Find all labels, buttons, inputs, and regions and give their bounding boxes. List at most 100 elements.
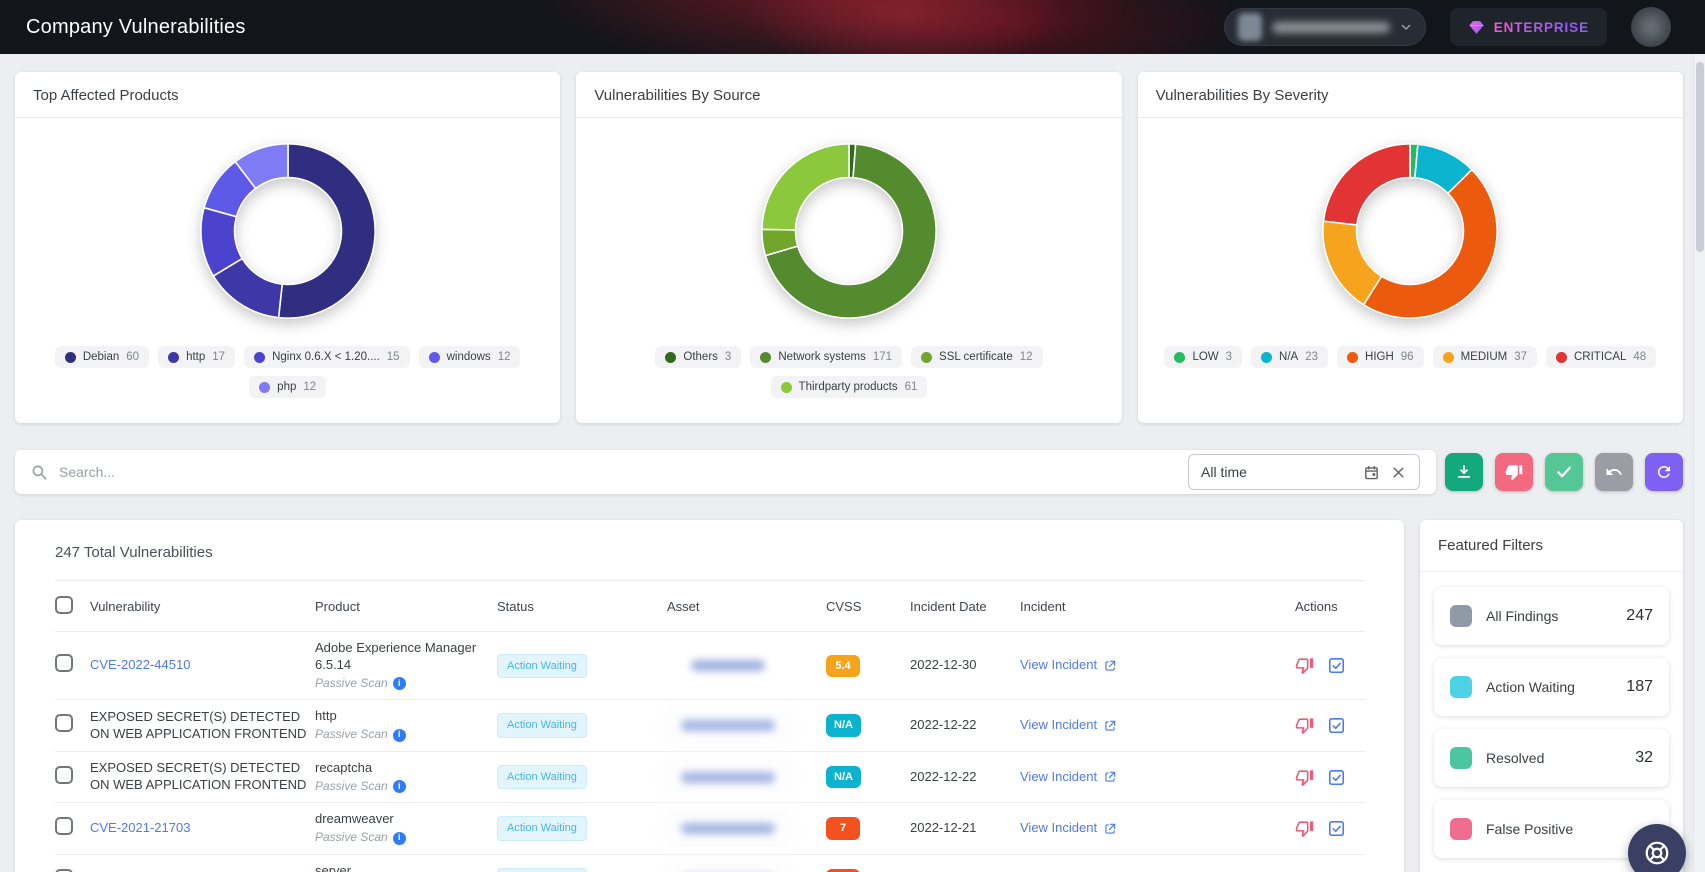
legend-item-critical[interactable]: CRITICAL 48 xyxy=(1546,346,1657,368)
asset-blur-blob xyxy=(681,720,775,732)
thumbs-down-icon[interactable] xyxy=(1295,716,1314,735)
enterprise-label: ENTERPRISE xyxy=(1493,19,1589,35)
enterprise-button[interactable]: ENTERPRISE xyxy=(1449,8,1607,46)
legend-item-high[interactable]: HIGH 96 xyxy=(1337,346,1424,368)
legend-item-windows[interactable]: windows 12 xyxy=(418,346,521,368)
legend-item-low[interactable]: LOW 3 xyxy=(1164,346,1243,368)
column-header-actions: Actions xyxy=(1295,581,1365,632)
select-all-checkbox[interactable] xyxy=(55,596,73,614)
status-badge: Action Waiting xyxy=(497,867,587,872)
external-link-icon xyxy=(1103,659,1117,673)
asset-redacted[interactable] xyxy=(667,813,789,844)
incident-date: 2022-12-30 xyxy=(910,657,977,673)
legend-value: 17 xyxy=(212,351,226,363)
featured-filter-resolved[interactable]: Resolved 32 xyxy=(1434,729,1669,787)
featured-filter-action-waiting[interactable]: Action Waiting 187 xyxy=(1434,658,1669,716)
thumbs-down-icon[interactable] xyxy=(1295,819,1314,838)
legend-label: php xyxy=(277,381,297,393)
scan-type: Passive Scan i xyxy=(315,830,489,846)
row-actions xyxy=(1295,656,1357,675)
scrollbar-thumb[interactable] xyxy=(1696,62,1704,252)
row-checkbox[interactable] xyxy=(55,714,73,733)
asset-redacted[interactable] xyxy=(667,651,789,681)
scrollbar-track[interactable] xyxy=(1693,54,1705,872)
product-name: Adobe Experience Manager 6.5.14 xyxy=(315,640,477,672)
row-checkbox[interactable] xyxy=(55,868,73,872)
filter-count: 187 xyxy=(1626,678,1653,695)
legend-color-dot xyxy=(1442,351,1454,363)
table-row: EXPOSED SECRET(S) DETECTED ON WEB APPLIC… xyxy=(55,699,1365,752)
row-checkbox[interactable] xyxy=(55,817,73,836)
legend-item-network-systems[interactable]: Network systems 171 xyxy=(750,346,903,368)
check-square-icon[interactable] xyxy=(1327,819,1346,838)
info-icon[interactable]: i xyxy=(392,728,406,742)
donut-segment-thirdparty-products[interactable] xyxy=(761,143,850,231)
external-link-icon xyxy=(1103,770,1117,784)
avatar[interactable] xyxy=(1631,7,1671,47)
donut-segment-debian[interactable] xyxy=(277,143,376,319)
product-name: dreamweaver xyxy=(315,811,394,827)
legend-label: CRITICAL xyxy=(1574,351,1627,363)
legend-item-n-a[interactable]: N/A 23 xyxy=(1251,346,1329,368)
row-checkbox[interactable] xyxy=(55,765,73,784)
row-checkbox[interactable] xyxy=(55,654,73,673)
legend-item-php[interactable]: php 12 xyxy=(249,376,327,398)
featured-filters-panel: Featured Filters All Findings 247 Action W… xyxy=(1420,520,1683,872)
view-incident-link[interactable]: View Incident xyxy=(1020,717,1117,734)
vulnerability-name[interactable]: CVE-2022-44510 xyxy=(90,657,190,672)
asset-blur-blob xyxy=(691,660,765,672)
legend-color-dot xyxy=(1261,351,1273,363)
asset-redacted[interactable] xyxy=(667,762,789,793)
topbar-controls: ENTERPRISE xyxy=(1223,7,1671,47)
featured-filter-all-findings[interactable]: All Findings 247 xyxy=(1434,587,1669,645)
thumbs-down-icon[interactable] xyxy=(1295,656,1314,675)
info-icon[interactable]: i xyxy=(392,677,406,691)
legend-color-dot xyxy=(428,351,440,363)
asset-redacted[interactable] xyxy=(667,865,789,872)
refresh-button[interactable] xyxy=(1645,453,1683,491)
clear-date-icon[interactable] xyxy=(1390,464,1407,481)
main-row: 247 Total Vulnerabilities Vulnerability P… xyxy=(15,520,1683,872)
donut-segment-high[interactable] xyxy=(1363,168,1499,319)
featured-filters-title: Featured Filters xyxy=(1420,520,1683,572)
calendar-icon[interactable] xyxy=(1363,464,1380,481)
thumbs-down-icon[interactable] xyxy=(1295,768,1314,787)
legend-label: N/A xyxy=(1279,351,1299,363)
donut-segment-critical[interactable] xyxy=(1322,143,1412,226)
legend-item-medium[interactable]: MEDIUM 37 xyxy=(1432,346,1537,368)
filter-count: 247 xyxy=(1626,607,1653,624)
chevron-down-icon xyxy=(1401,24,1410,31)
chart-card-top-affected-products: Top Affected Products Debian 60 http 17 Ngin… xyxy=(15,72,561,423)
org-selector-dropdown[interactable] xyxy=(1223,8,1426,46)
check-square-icon[interactable] xyxy=(1327,768,1346,787)
chart-card-vulnerabilities-by-severity: Vulnerabilities By Severity LOW 3 N/A 23 HIG… xyxy=(1137,72,1683,423)
view-incident-label: View Incident xyxy=(1020,717,1098,733)
scan-type: Passive Scan i xyxy=(315,676,489,692)
view-incident-link[interactable]: View Incident xyxy=(1020,657,1117,674)
view-incident-label: View Incident xyxy=(1020,820,1098,836)
date-range-input[interactable]: All time xyxy=(1188,454,1420,490)
info-icon[interactable]: i xyxy=(392,831,406,845)
legend-item-thirdparty-products[interactable]: Thirdparty products 61 xyxy=(770,376,928,398)
mark-resolved-button[interactable] xyxy=(1545,453,1583,491)
legend-item-debian[interactable]: Debian 60 xyxy=(54,346,150,368)
check-square-icon[interactable] xyxy=(1327,716,1346,735)
gem-icon xyxy=(1469,20,1484,34)
legend-label: Nginx 0.6.X < 1.20.... xyxy=(272,351,380,363)
legend-item-http[interactable]: http 17 xyxy=(158,346,236,368)
check-square-icon[interactable] xyxy=(1327,656,1346,675)
legend-value: 60 xyxy=(126,351,140,363)
incident-date: 2022-12-21 xyxy=(910,820,977,836)
view-incident-link[interactable]: View Incident xyxy=(1020,820,1117,837)
mark-false-positive-button[interactable] xyxy=(1495,453,1533,491)
legend-item-ssl-certificate[interactable]: SSL certificate 12 xyxy=(911,346,1043,368)
undo-button[interactable] xyxy=(1595,453,1633,491)
legend-item-nginx-0-6-x-1-20[interactable]: Nginx 0.6.X < 1.20.... 15 xyxy=(244,346,410,368)
info-icon[interactable]: i xyxy=(392,780,406,794)
asset-redacted[interactable] xyxy=(667,710,789,741)
search-input[interactable] xyxy=(59,464,1177,480)
legend-item-others[interactable]: Others 3 xyxy=(655,346,742,368)
vulnerability-name[interactable]: CVE-2021-21703 xyxy=(90,820,190,835)
view-incident-link[interactable]: View Incident xyxy=(1020,769,1117,786)
download-report-button[interactable] xyxy=(1445,453,1483,491)
